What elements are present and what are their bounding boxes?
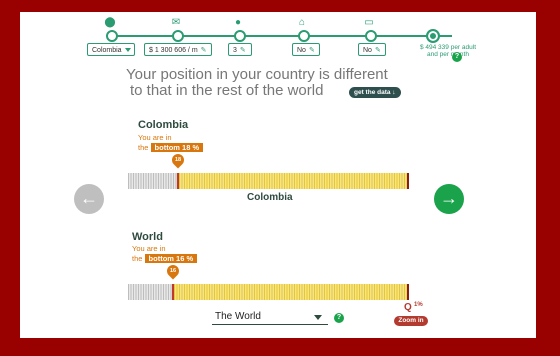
country-select-value: Colombia — [92, 47, 122, 54]
person-icon: ● — [234, 17, 242, 28]
country-bar-end — [407, 173, 409, 189]
country-you-are-in: You are in — [138, 133, 172, 142]
region-select-value: The World — [215, 311, 261, 322]
get-data-button[interactable]: get the data ↓ — [349, 87, 401, 98]
magnifier-icon: Q — [404, 302, 412, 313]
country-bar-above — [179, 173, 408, 189]
world-title: World — [132, 231, 163, 243]
country-the-text: the — [138, 143, 149, 152]
next-arrow-button[interactable]: → — [434, 184, 464, 214]
world-bar-end — [407, 284, 409, 300]
card-value: No — [363, 47, 372, 54]
household-field[interactable]: 3 ✎ — [228, 43, 252, 56]
chevron-down-icon — [314, 315, 322, 320]
step-dot-household[interactable] — [234, 30, 246, 42]
help-icon[interactable]: ? — [334, 313, 344, 323]
card-icon: ▭ — [364, 17, 374, 28]
step-dot-income[interactable] — [172, 30, 184, 42]
pencil-icon: ✎ — [239, 47, 246, 54]
world-badge: bottom 16 % — [144, 254, 198, 263]
income-value: $ 1 300 606 / m — [149, 47, 198, 54]
pencil-icon: ✎ — [374, 47, 381, 54]
country-bar-below — [128, 173, 177, 189]
income-field[interactable]: $ 1 300 606 / m ✎ — [144, 43, 212, 56]
country-title: Colombia — [138, 119, 189, 131]
step-dot-house[interactable] — [298, 30, 310, 42]
world-you-are-in: You are in — [132, 244, 166, 253]
step-dot-result — [426, 29, 440, 43]
zoom-percent: 1% — [414, 302, 423, 308]
country-pin-value: 18 — [174, 157, 182, 163]
page-card: ⬤ ✉ ● ⌂ ▭ Colombia $ 1 300 606 / m ✎ 3 ✎ N… — [20, 12, 536, 338]
world-pin-value: 16 — [169, 268, 177, 274]
country-bar-label: Colombia — [247, 192, 293, 203]
pencil-icon: ✎ — [200, 47, 207, 54]
step-dot-country[interactable] — [106, 30, 118, 42]
zoom-in-button[interactable]: Zoom in — [394, 316, 428, 326]
chevron-down-icon — [124, 48, 131, 53]
world-position-line: the bottom 16 % — [132, 254, 198, 263]
house-icon: ⌂ — [298, 17, 306, 28]
card-field[interactable]: No ✎ — [358, 43, 386, 56]
pencil-icon: ✎ — [308, 47, 315, 54]
help-icon[interactable]: ? — [452, 52, 462, 62]
country-position-line: the bottom 18 % — [138, 143, 204, 152]
house-value: No — [297, 47, 306, 54]
country-badge: bottom 18 % — [150, 143, 204, 152]
stepper-line — [112, 35, 452, 37]
step-dot-card[interactable] — [365, 30, 377, 42]
world-the-text: the — [132, 254, 143, 263]
household-value: 3 — [233, 47, 237, 54]
world-bar-below — [128, 284, 172, 300]
envelope-icon: ✉ — [171, 17, 181, 28]
world-bar-above — [174, 284, 408, 300]
title-line-1: Your position in your country is differe… — [126, 66, 388, 83]
country-select[interactable]: Colombia — [87, 43, 135, 56]
prev-arrow-button[interactable]: ← — [74, 184, 104, 214]
location-icon: ⬤ — [104, 17, 116, 28]
region-select[interactable]: The World — [212, 310, 328, 325]
house-field[interactable]: No ✎ — [292, 43, 320, 56]
income-result: $ 494 339 per adult and per month — [419, 44, 477, 58]
